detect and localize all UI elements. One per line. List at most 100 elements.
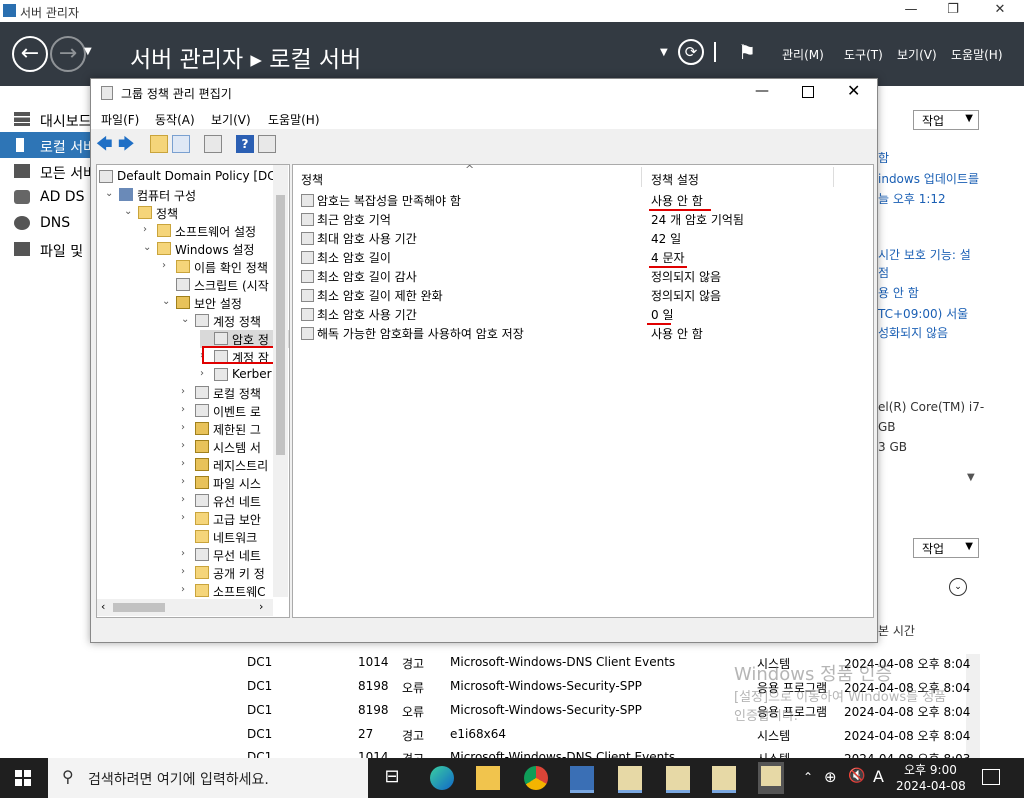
active-policy-editor-taskbar-icon[interactable] xyxy=(758,762,784,794)
forward-arrow-icon[interactable]: 🡆 xyxy=(118,135,136,153)
policy-row[interactable]: 최소 암호 길이 4 문자 xyxy=(301,248,861,267)
property-value[interactable]: 시간 보호 기능: 설 xyxy=(878,246,971,263)
show-hide-tree-icon[interactable] xyxy=(172,135,190,153)
volume-muted-icon[interactable]: 🔇 xyxy=(848,768,865,784)
policy-row[interactable]: 최소 암호 사용 기간 0 일 xyxy=(301,305,861,324)
expand-chevron-icon[interactable]: › xyxy=(181,566,191,577)
refresh-icon[interactable]: ⟳ xyxy=(678,39,704,65)
policy-row[interactable]: 해독 가능한 암호화를 사용하여 암호 저장 사용 안 함 xyxy=(301,324,861,343)
policy-row[interactable]: 최근 암호 기억 24 개 암호 기억됨 xyxy=(301,210,861,229)
column-header-setting[interactable]: 정책 설정 xyxy=(651,171,699,188)
network-globe-icon[interactable]: ⊕ xyxy=(824,768,837,786)
expand-chevron-icon[interactable]: › xyxy=(181,458,191,469)
scroll-right-arrow-icon[interactable]: › xyxy=(259,600,263,613)
menu-view[interactable]: 보기(V) xyxy=(897,46,937,63)
policy-row[interactable]: 최소 암호 길이 감사 정의되지 않음 xyxy=(301,267,861,286)
export-list-icon[interactable] xyxy=(204,135,222,153)
tree-scroll-thumb[interactable] xyxy=(276,195,285,455)
history-dropdown-icon[interactable]: ▼ xyxy=(84,46,92,57)
server-manager-taskbar-icon[interactable] xyxy=(570,766,594,793)
properties-icon[interactable] xyxy=(258,135,276,153)
ime-indicator[interactable]: A xyxy=(873,767,884,786)
property-value[interactable]: indows 업데이트를 xyxy=(878,170,979,187)
nav-all-servers[interactable]: 모든 서버 xyxy=(0,158,96,184)
collapse-chevron-icon[interactable]: ⌄ xyxy=(143,242,153,253)
expand-circle-icon[interactable]: ⌄ xyxy=(949,578,967,596)
notification-center-icon[interactable] xyxy=(982,769,1000,785)
column-header-time[interactable]: 본 시간 xyxy=(878,622,915,639)
expand-chevron-icon[interactable]: › xyxy=(181,494,191,505)
expand-chevron-icon[interactable]: › xyxy=(143,224,153,235)
nav-dashboard[interactable]: 대시보드 xyxy=(0,106,92,132)
back-button[interactable]: ← xyxy=(12,36,48,72)
scroll-down-arrow-icon[interactable]: ▼ xyxy=(967,472,975,483)
gpme-maximize-button[interactable] xyxy=(802,86,814,98)
expand-chevron-icon[interactable]: › xyxy=(181,476,191,487)
clock-date[interactable]: 2024-04-08 xyxy=(896,779,966,793)
menu-tools[interactable]: 도구(T) xyxy=(844,46,883,63)
menu-action[interactable]: 동작(A) xyxy=(155,111,195,128)
collapse-chevron-icon[interactable]: ⌄ xyxy=(162,296,172,307)
nav-ad-ds[interactable]: AD DS xyxy=(0,184,90,210)
policy-editor-2-taskbar-icon[interactable] xyxy=(712,766,736,793)
clock-time[interactable]: 오후 9:00 xyxy=(904,761,957,778)
file-explorer-icon[interactable] xyxy=(476,766,500,790)
property-value[interactable]: 성화되지 않음 xyxy=(878,324,948,341)
tree-horizontal-scrollbar[interactable]: ‹ › xyxy=(97,599,273,616)
task-view-icon[interactable]: ⊟ xyxy=(380,766,404,790)
gpme-close-button[interactable]: ✕ xyxy=(847,81,860,100)
tree-hscroll-thumb[interactable] xyxy=(113,603,165,612)
up-folder-icon[interactable] xyxy=(150,135,168,153)
edge-browser-icon[interactable] xyxy=(430,766,454,790)
windows-start-icon[interactable] xyxy=(15,770,31,786)
help-icon[interactable]: ? xyxy=(236,135,254,153)
maximize-button[interactable]: ❐ xyxy=(938,2,968,20)
tasks-button[interactable]: 작업 ▼ xyxy=(913,110,979,130)
notifications-flag-icon[interactable]: ⚑ xyxy=(738,40,756,64)
nav-dns[interactable]: DNS xyxy=(0,210,90,236)
expand-chevron-icon[interactable]: › xyxy=(181,440,191,451)
forward-button[interactable]: → xyxy=(50,36,86,72)
property-value[interactable]: TC+09:00) 서울 xyxy=(878,305,968,322)
scroll-left-arrow-icon[interactable]: ‹ xyxy=(101,600,105,613)
column-divider[interactable] xyxy=(641,167,642,187)
property-value[interactable]: 늘 오후 1:12 xyxy=(878,190,946,207)
minimize-button[interactable]: — xyxy=(896,2,926,20)
expand-chevron-icon[interactable]: › xyxy=(181,422,191,433)
nav-file-services[interactable]: 파일 및 xyxy=(0,236,90,262)
nav-local-server[interactable]: 로컬 서버 xyxy=(0,132,96,158)
property-value[interactable]: 용 안 함 xyxy=(878,284,919,301)
tray-chevron-up-icon[interactable]: ⌃ xyxy=(803,770,813,784)
menu-help[interactable]: 도움말(H) xyxy=(951,46,1003,63)
policy-row[interactable]: 암호는 복잡성을 만족해야 함 사용 안 함 xyxy=(301,191,861,210)
property-value[interactable]: 함 xyxy=(878,149,889,166)
policy-row[interactable]: 최소 암호 길이 제한 완화 정의되지 않음 xyxy=(301,286,861,305)
expand-chevron-icon[interactable]: › xyxy=(181,548,191,559)
tree-vertical-scrollbar[interactable] xyxy=(273,165,288,597)
policy-row[interactable]: 최대 암호 사용 기간 42 일 xyxy=(301,229,861,248)
back-arrow-icon[interactable]: 🡄 xyxy=(96,135,114,153)
expand-chevron-icon[interactable]: › xyxy=(181,512,191,523)
menu-manage[interactable]: 관리(M) xyxy=(782,46,824,63)
expand-chevron-icon[interactable]: › xyxy=(181,404,191,415)
chrome-icon[interactable] xyxy=(524,766,548,790)
column-divider[interactable] xyxy=(833,167,834,187)
taskbar-search-box[interactable]: ⚲ 검색하려면 여기에 입력하세요. xyxy=(48,758,368,798)
property-value[interactable]: 점 xyxy=(878,264,889,281)
collapse-chevron-icon[interactable]: ⌄ xyxy=(105,188,115,199)
expand-chevron-icon[interactable]: › xyxy=(200,368,210,379)
gpmc-taskbar-icon[interactable] xyxy=(666,766,690,793)
menu-view[interactable]: 보기(V) xyxy=(211,111,251,128)
expand-chevron-icon[interactable]: › xyxy=(181,584,191,595)
collapse-chevron-icon[interactable]: ⌄ xyxy=(181,314,191,325)
policy-editor-taskbar-icon[interactable] xyxy=(618,766,642,793)
column-header-policy[interactable]: 정책 xyxy=(301,171,323,188)
gpme-minimize-button[interactable]: — xyxy=(755,83,769,99)
collapse-chevron-icon[interactable]: ⌄ xyxy=(124,206,134,217)
menu-file[interactable]: 파일(F) xyxy=(101,111,139,128)
close-button[interactable]: ✕ xyxy=(985,2,1015,20)
crumb-dropdown-icon[interactable]: ▼ xyxy=(660,47,668,58)
events-tasks-button[interactable]: 작업 ▼ xyxy=(913,538,979,558)
expand-chevron-icon[interactable]: › xyxy=(162,260,172,271)
menu-help[interactable]: 도움말(H) xyxy=(268,111,320,128)
